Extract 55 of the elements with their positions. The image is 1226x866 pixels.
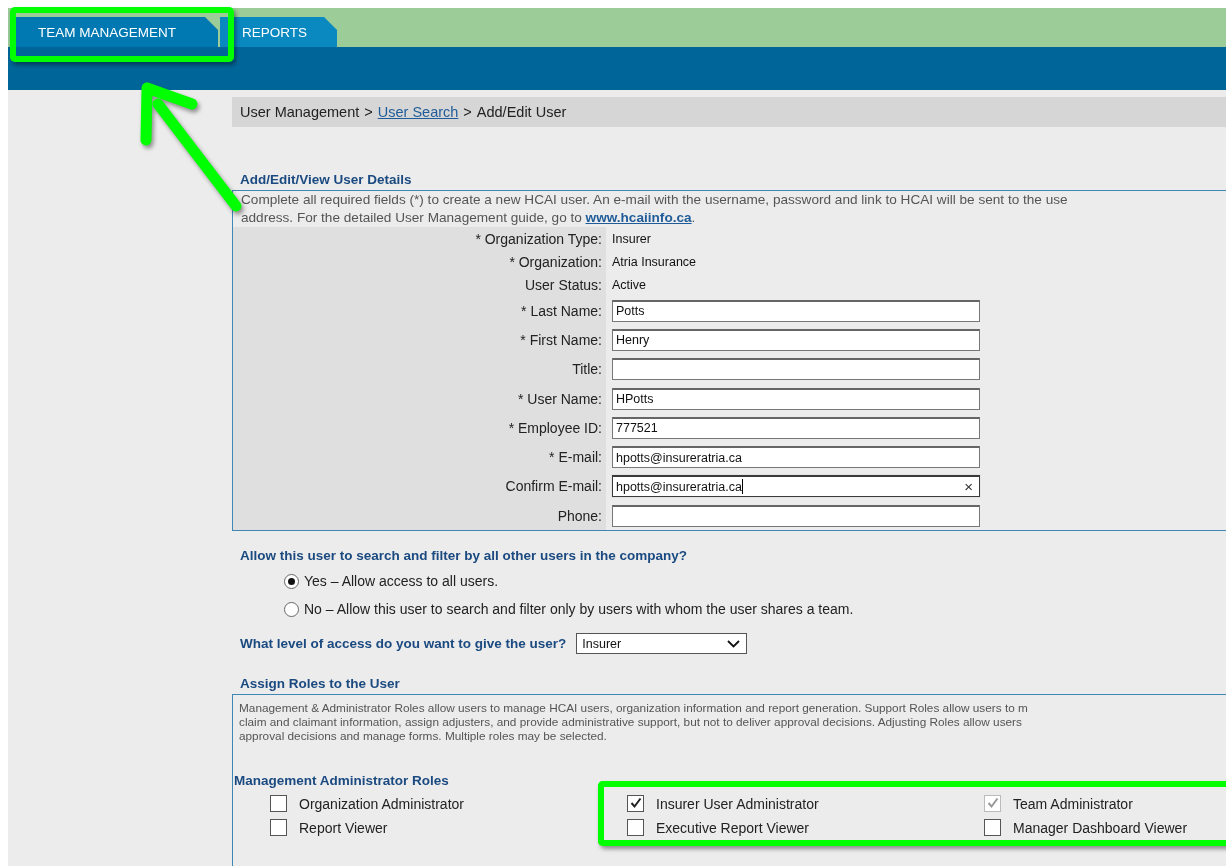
field-value: Insurer bbox=[612, 231, 651, 246]
role-label: Manager Dashboard Viewer bbox=[1013, 819, 1188, 836]
field-label: * Organization Type: bbox=[475, 230, 602, 247]
field-value: Active bbox=[612, 277, 647, 292]
field-label: * User Name: bbox=[517, 390, 602, 407]
field-label: * E-mail: bbox=[549, 449, 602, 466]
breadcrumb-separator: > bbox=[463, 104, 472, 120]
checkbox[interactable] bbox=[984, 819, 1001, 837]
breadcrumb-item: Add/Edit User bbox=[476, 104, 567, 120]
option-label: No – Allow this user to search and filter only by users with whom the user shares a team. bbox=[304, 601, 854, 618]
input-field[interactable]: 777521 bbox=[612, 416, 980, 439]
field-label: * Employee ID: bbox=[508, 419, 602, 436]
checkbox[interactable] bbox=[627, 795, 644, 813]
field-label: Title: bbox=[572, 361, 602, 378]
role-label: Organization Administrator bbox=[299, 795, 464, 812]
checkbox[interactable] bbox=[627, 819, 644, 837]
breadcrumb-separator: > bbox=[364, 104, 373, 120]
input-field[interactable]: hpotts@insureratria.ca bbox=[612, 446, 980, 469]
access-dropdown[interactable]: Insurer bbox=[576, 633, 748, 655]
nav-tab[interactable]: REPORTS bbox=[220, 17, 337, 47]
field-label: Phone: bbox=[557, 507, 602, 524]
guide-link[interactable]: www.hcaiinfo.ca bbox=[585, 210, 692, 225]
field-label: User Status: bbox=[524, 276, 602, 293]
role-label: Executive Report Viewer bbox=[656, 819, 810, 836]
field-value: Atria Insurance bbox=[612, 254, 697, 269]
clear-icon[interactable]: × bbox=[964, 478, 973, 496]
input-field[interactable]: Henry bbox=[612, 328, 980, 351]
radio-button[interactable] bbox=[284, 573, 299, 589]
section-title: Assign Roles to the User bbox=[239, 676, 401, 692]
input-field[interactable]: Potts bbox=[612, 299, 980, 322]
roles-description: Management & Administrator Roles allow users to manage HCAI users, organization information and report generation. Support Roles allow users to m claim and claimant information, assign adjusters, and provide administrative support, but not to deliver approval decisions. Adjusting Roles allow users approval decisions and manage forms. Multiple roles may be selected. bbox=[238, 700, 1029, 744]
role-label: Insurer User Administrator bbox=[656, 795, 819, 812]
intro-text: Complete all required fields (*) to create a new HCAI user. An e-mail with the username, password and link to HCAI will be sent to the use address. For the detailed User Management guide, go to www.hcaiinfo.ca. bbox=[240, 191, 1069, 227]
input-field[interactable] bbox=[612, 504, 980, 527]
input-field[interactable]: HPotts bbox=[612, 387, 980, 410]
checkbox[interactable] bbox=[270, 819, 287, 837]
section-title: Add/Edit/View User Details bbox=[239, 172, 413, 187]
question-label: Allow this user to search and filter by all other users in the company? bbox=[239, 548, 689, 564]
breadcrumb-item: User Management bbox=[240, 104, 360, 120]
checkbox[interactable] bbox=[270, 795, 287, 813]
role-label: Team Administrator bbox=[1013, 795, 1133, 812]
field-label: * First Name: bbox=[520, 331, 602, 348]
chevron-down-icon bbox=[727, 639, 741, 648]
question-label: What level of access do you want to give the user? bbox=[239, 636, 567, 652]
group-title: Management Administrator Roles bbox=[233, 773, 450, 789]
breadcrumb-link[interactable]: User Search bbox=[377, 104, 459, 120]
option-label: Yes – Allow access to all users. bbox=[304, 573, 499, 590]
input-field[interactable] bbox=[612, 358, 980, 381]
radio-button[interactable] bbox=[284, 601, 299, 617]
field-label: Confirm E-mail: bbox=[505, 478, 602, 495]
field-label: * Last Name: bbox=[521, 302, 602, 319]
role-label: Report Viewer bbox=[299, 819, 388, 836]
field-label: * Organization: bbox=[509, 253, 602, 270]
input-field[interactable]: hpotts@insureratria.ca × bbox=[612, 475, 980, 498]
nav-tab[interactable]: TEAM MANAGEMENT bbox=[16, 17, 218, 47]
